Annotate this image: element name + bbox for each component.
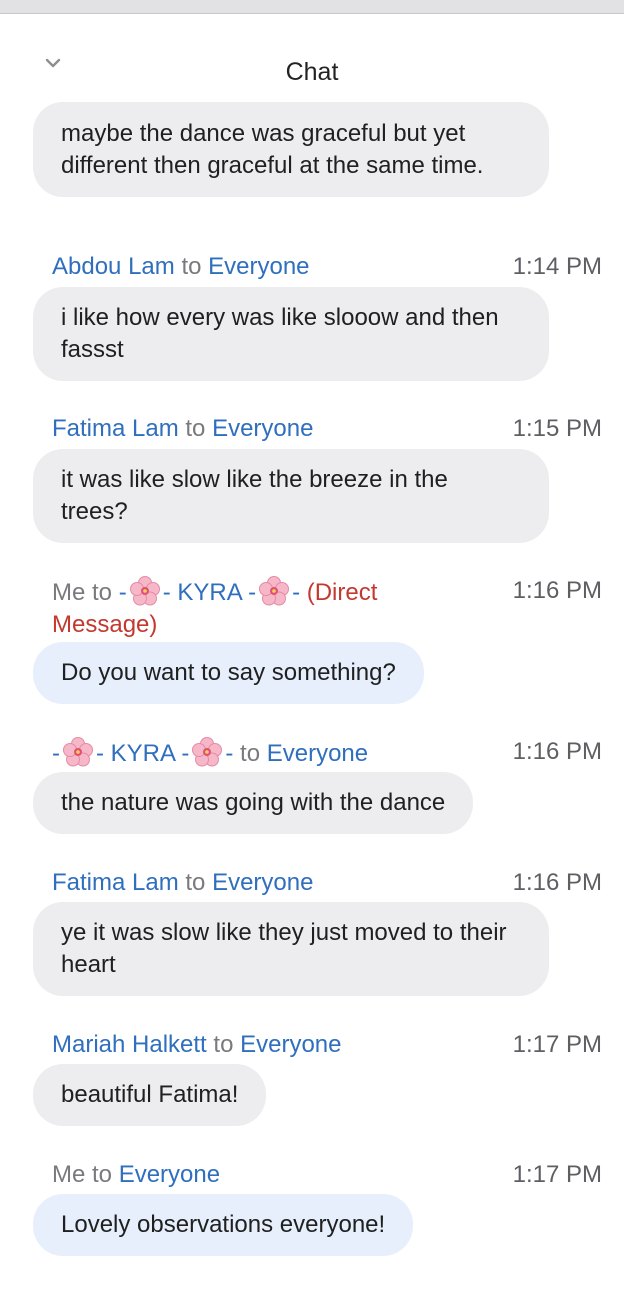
message-bubble: i like how every was like slooow and the… <box>33 287 549 381</box>
message-bubble-mine: Do you want to say something? <box>33 642 424 704</box>
sender-name[interactable]: Abdou Lam <box>52 253 175 280</box>
recipient-name[interactable]: Everyone <box>212 415 313 442</box>
cherry-blossom-icon <box>129 575 161 607</box>
recipient-name[interactable]: Everyone <box>240 1031 341 1058</box>
message-meta: - - KYRA - - to Everyone 1:16 PM <box>52 736 612 770</box>
sender-prefix[interactable]: - <box>52 740 60 767</box>
to-word: to <box>92 579 113 606</box>
message-bubble: beautiful Fatima! <box>33 1064 267 1126</box>
sender-suffix[interactable]: - <box>225 740 233 767</box>
message-bubble-mine: Lovely observations everyone! <box>33 1194 414 1256</box>
to-word: to <box>181 253 202 280</box>
message-time: 1:16 PM <box>512 577 602 604</box>
sender-name[interactable]: - KYRA - <box>96 740 189 767</box>
sender-name[interactable]: Fatima Lam <box>52 415 179 442</box>
cherry-blossom-icon <box>191 736 223 768</box>
chat-message-list[interactable]: maybe the dance was graceful but yet dif… <box>0 100 624 1292</box>
message-bubble: ye it was slow like they just moved to t… <box>33 902 549 996</box>
sender-name: Me <box>52 1161 86 1188</box>
cherry-blossom-icon <box>62 736 94 768</box>
recipient-prefix[interactable]: - <box>119 579 127 606</box>
to-word: to <box>185 869 206 896</box>
recipient-name[interactable]: Everyone <box>267 740 368 767</box>
message-time: 1:16 PM <box>512 869 602 896</box>
message-meta: Abdou Lam to Everyone 1:14 PM <box>52 251 612 283</box>
message-bubble: maybe the dance was graceful but yet dif… <box>33 102 549 197</box>
window-top-strip <box>0 0 624 14</box>
recipient-name[interactable]: Everyone <box>212 869 313 896</box>
to-word: to <box>92 1161 113 1188</box>
to-word: to <box>185 415 206 442</box>
recipient-name[interactable]: Everyone <box>208 253 309 280</box>
message-time: 1:16 PM <box>512 738 602 765</box>
message-bubble: it was like slow like the breeze in the … <box>33 449 549 543</box>
recipient-name[interactable]: Everyone <box>119 1161 220 1188</box>
to-word: to <box>213 1031 234 1058</box>
message-meta: Mariah Halkett to Everyone 1:17 PM <box>52 1029 612 1061</box>
message-meta: Me to - - KYRA - - (Direct Message) 1:16 P… <box>52 575 612 641</box>
cherry-blossom-icon <box>258 575 290 607</box>
message-bubble: the nature was going with the dance <box>33 772 474 834</box>
sender-name[interactable]: Mariah Halkett <box>52 1031 207 1058</box>
recipient-name[interactable]: - KYRA - <box>163 579 256 606</box>
message-meta: Fatima Lam to Everyone 1:16 PM <box>52 867 612 899</box>
message-time: 1:14 PM <box>512 253 602 280</box>
direct-message-label: Message) <box>52 611 158 638</box>
direct-message-label: (Direct <box>306 579 378 606</box>
chat-header: Chat <box>0 14 624 100</box>
sender-name[interactable]: Fatima Lam <box>52 869 179 896</box>
message-time: 1:15 PM <box>512 415 602 442</box>
chat-title: Chat <box>285 58 339 86</box>
message-time: 1:17 PM <box>512 1031 602 1058</box>
to-word: to <box>240 740 261 767</box>
message-time: 1:17 PM <box>512 1161 602 1188</box>
message-meta: Me to Everyone 1:17 PM <box>52 1159 612 1191</box>
recipient-suffix[interactable]: - <box>292 579 300 606</box>
message-meta: Fatima Lam to Everyone 1:15 PM <box>52 413 612 445</box>
sender-name: Me <box>52 579 86 606</box>
